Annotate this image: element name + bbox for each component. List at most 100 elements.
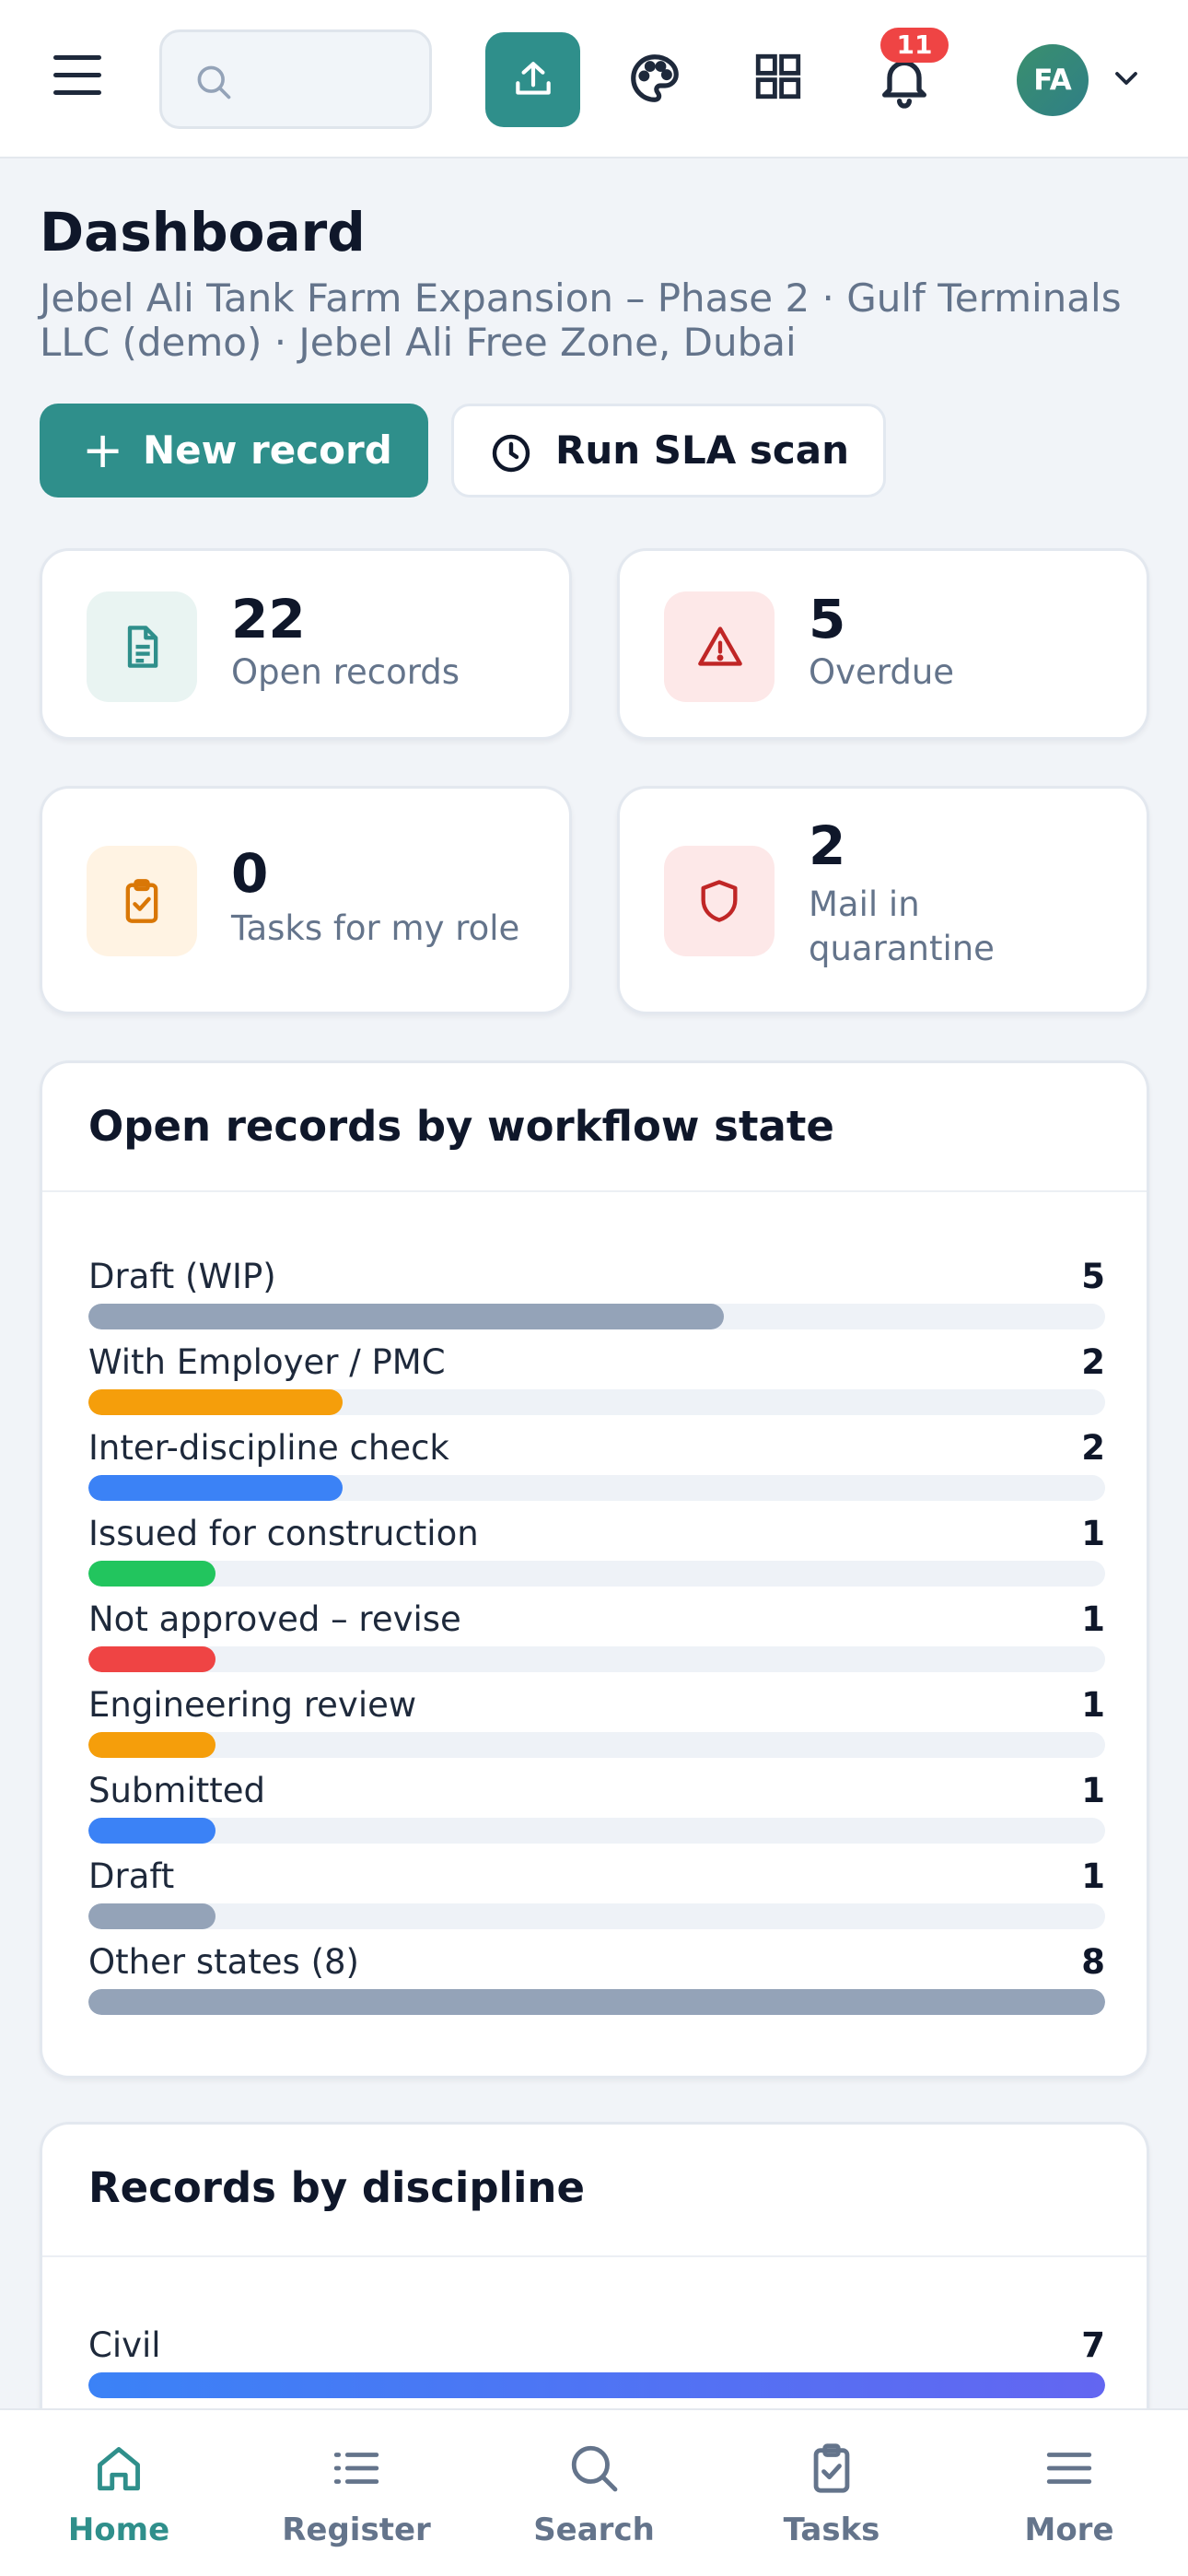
bar-fill xyxy=(88,1818,215,1844)
bar-value: 1 xyxy=(1081,1771,1105,1810)
bar-row[interactable]: Issued for construction 1 xyxy=(88,1514,1105,1587)
bar-label: Civil xyxy=(88,2325,161,2365)
stat-label: Mail in quarantine xyxy=(809,884,995,968)
stat-icon-box xyxy=(87,591,197,702)
bar-row[interactable]: With Employer / PMC 2 xyxy=(88,1342,1105,1416)
bar-track xyxy=(88,1475,1105,1501)
bar-track xyxy=(88,1903,1105,1929)
nav-label: Search xyxy=(533,2512,655,2548)
stat-value: 5 xyxy=(809,588,846,650)
bar-track xyxy=(88,1389,1105,1415)
stat-card-mail-quarantine[interactable]: 2 Mail in quarantine xyxy=(617,786,1149,1014)
bar-fill xyxy=(88,1561,215,1587)
bar-track xyxy=(88,1646,1105,1672)
new-record-label: New record xyxy=(143,427,392,473)
palette-icon[interactable] xyxy=(626,50,683,107)
bar-label: Draft (WIP) xyxy=(88,1257,276,1296)
search-box[interactable] xyxy=(159,29,432,129)
bar-value: 8 xyxy=(1081,1942,1105,1982)
bar-value: 1 xyxy=(1081,1599,1105,1639)
bar-row[interactable]: Not approved – revise 1 xyxy=(88,1599,1105,1673)
stat-icon-box xyxy=(87,846,197,956)
bar-fill xyxy=(88,1304,724,1329)
bar-label: With Employer / PMC xyxy=(88,1342,446,1382)
nav-search[interactable]: Search xyxy=(475,2410,713,2576)
bar-value: 2 xyxy=(1081,1428,1105,1468)
stat-card-open-records[interactable]: 22 Open records xyxy=(40,548,572,740)
upload-button[interactable] xyxy=(485,32,580,127)
clipboard-check-icon xyxy=(813,2443,850,2493)
nav-tasks[interactable]: Tasks xyxy=(713,2410,950,2576)
bar-label: Other states (8) xyxy=(88,1942,359,1982)
panel-divider xyxy=(42,2255,1147,2257)
nav-home[interactable]: Home xyxy=(0,2410,238,2576)
nav-label: Tasks xyxy=(783,2512,880,2548)
bar-row[interactable]: Civil 7 xyxy=(88,2325,1105,2399)
stat-icon-box xyxy=(664,591,775,702)
bar-row[interactable]: Other states (8) 8 xyxy=(88,1942,1105,2016)
app-page: 11 FA Dashboard Jebel Ali Tank Farm Expa… xyxy=(0,0,1188,2576)
bar-fill xyxy=(88,1989,1105,2015)
list-icon xyxy=(333,2453,379,2484)
project-subtitle: Jebel Ali Tank Farm Expansion – Phase 2 … xyxy=(40,275,1122,365)
bar-fill xyxy=(88,1732,215,1758)
nav-label: Register xyxy=(282,2512,431,2548)
bar-fill xyxy=(88,1475,343,1501)
bar-fill xyxy=(88,1389,343,1415)
stat-icon-box xyxy=(664,846,775,956)
stat-label: Overdue xyxy=(809,652,955,692)
bar-label: Not approved – revise xyxy=(88,1599,461,1639)
panel-divider xyxy=(42,1190,1147,1192)
bar-row[interactable]: Inter-discipline check 2 xyxy=(88,1428,1105,1502)
hamburger-menu-icon[interactable] xyxy=(53,55,112,101)
bar-row[interactable]: Draft 1 xyxy=(88,1856,1105,1930)
page-title: Dashboard xyxy=(40,201,366,263)
search-input[interactable] xyxy=(245,58,420,104)
panel-title: Records by discipline xyxy=(88,2163,585,2212)
bar-value: 1 xyxy=(1081,1685,1105,1725)
apps-grid-icon[interactable] xyxy=(751,50,805,103)
bar-track xyxy=(88,1561,1105,1587)
chevron-down-icon[interactable] xyxy=(1112,68,1140,88)
stat-label: Tasks for my role xyxy=(231,908,520,948)
upload-icon xyxy=(516,62,551,95)
shield-icon xyxy=(701,880,738,922)
search-icon xyxy=(197,65,231,100)
clock-icon xyxy=(492,434,530,473)
run-sla-scan-button[interactable]: Run SLA scan xyxy=(451,404,886,498)
search-icon xyxy=(571,2445,618,2492)
bar-row[interactable]: Submitted 1 xyxy=(88,1771,1105,1844)
nav-label: More xyxy=(1024,2512,1114,2548)
bar-row[interactable]: Engineering review 1 xyxy=(88,1685,1105,1759)
bar-fill xyxy=(88,1646,215,1672)
bar-track xyxy=(88,1818,1105,1844)
stat-label: Open records xyxy=(231,652,460,692)
bar-label: Issued for construction xyxy=(88,1514,479,1553)
bar-track xyxy=(88,1732,1105,1758)
nav-label: Home xyxy=(67,2512,170,2548)
bar-value: 7 xyxy=(1081,2325,1105,2365)
bar-value: 5 xyxy=(1081,1257,1105,1296)
document-icon xyxy=(127,626,158,668)
new-record-button[interactable]: + New record xyxy=(40,404,428,498)
bar-track xyxy=(88,2372,1105,2398)
bottom-navigation: Home Register Search Tasks More xyxy=(0,2408,1188,2576)
nav-more[interactable]: More xyxy=(950,2410,1188,2576)
user-avatar[interactable]: FA xyxy=(1017,44,1089,116)
panel-title: Open records by workflow state xyxy=(88,1102,834,1151)
bar-row[interactable]: Draft (WIP) 5 xyxy=(88,1257,1105,1330)
stat-value: 0 xyxy=(231,842,269,905)
bar-value: 2 xyxy=(1081,1342,1105,1382)
bar-value: 1 xyxy=(1081,1514,1105,1553)
nav-register[interactable]: Register xyxy=(238,2410,475,2576)
stat-card-overdue[interactable]: 5 Overdue xyxy=(617,548,1149,740)
stat-card-tasks[interactable]: 0 Tasks for my role xyxy=(40,786,572,1014)
stat-value: 2 xyxy=(809,814,846,877)
menu-icon xyxy=(1046,2453,1092,2484)
bar-label: Draft xyxy=(88,1856,175,1896)
bar-label: Inter-discipline check xyxy=(88,1428,449,1468)
warning-triangle-icon xyxy=(698,626,742,666)
notification-count-badge: 11 xyxy=(880,28,949,63)
clipboard-check-icon xyxy=(125,879,158,923)
bar-track xyxy=(88,1989,1105,2015)
